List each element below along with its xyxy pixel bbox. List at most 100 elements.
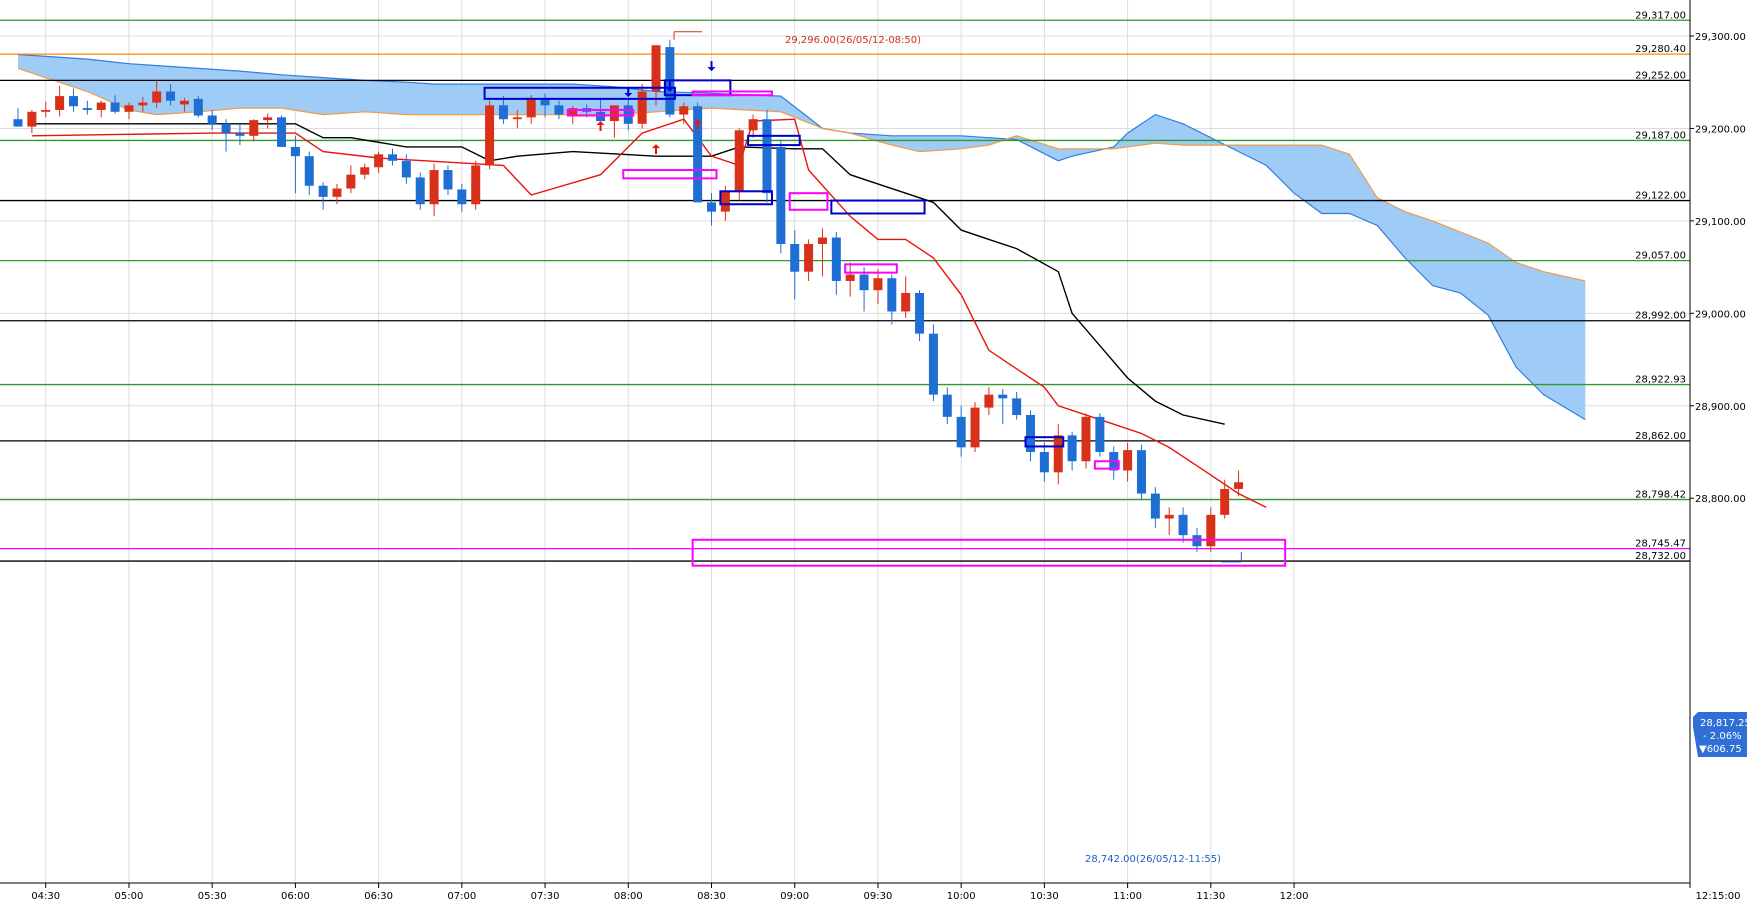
- candle-body: [1234, 482, 1244, 489]
- candle-body: [679, 106, 689, 115]
- x-tick-label: 04:30: [31, 891, 60, 902]
- candle-body: [1136, 450, 1146, 494]
- candle-body: [374, 154, 384, 168]
- x-tick-label: 12:00: [1280, 891, 1309, 902]
- candle-body: [845, 274, 855, 281]
- candle-body: [1095, 416, 1105, 452]
- candle-body: [471, 165, 481, 205]
- candle: [998, 389, 1008, 425]
- candle-body: [873, 278, 883, 291]
- candle: [13, 108, 23, 127]
- annotation-box: [622, 169, 718, 180]
- x-tick-label: 11:30: [1196, 891, 1225, 902]
- candle-body: [804, 243, 814, 272]
- x-tick-label: 09:30: [864, 891, 893, 902]
- candle-body: [138, 102, 148, 106]
- x-tick-label: 10:30: [1030, 891, 1059, 902]
- price-level-label: 29,317.00: [1635, 10, 1686, 21]
- candle-body: [901, 292, 911, 312]
- y-tick-label: 29,200.00: [1695, 124, 1746, 135]
- candle: [1039, 442, 1049, 482]
- candle-body: [748, 119, 758, 131]
- candle: [1150, 487, 1160, 528]
- candle: [1067, 431, 1077, 471]
- candle-body: [512, 117, 522, 120]
- candle: [415, 172, 425, 210]
- candle-body: [41, 109, 51, 112]
- candle-body: [193, 98, 203, 116]
- candle: [845, 262, 855, 297]
- candle: [443, 165, 453, 195]
- change-absolute: ▼606.75: [1699, 744, 1742, 755]
- candle-body: [817, 237, 827, 244]
- candle: [193, 96, 203, 118]
- candle: [817, 228, 827, 277]
- candle-body: [1178, 514, 1188, 536]
- candle: [1053, 424, 1063, 485]
- candle: [82, 100, 92, 115]
- candle: [665, 39, 675, 118]
- candle: [928, 324, 938, 402]
- price-level-label: 28,922.93: [1635, 375, 1686, 386]
- candle-body: [207, 115, 217, 124]
- price-notes: 29,296.00(26/05/12-08:50) 28,742.00(26/0…: [673, 31, 1242, 865]
- candle: [360, 163, 370, 180]
- candle: [762, 109, 772, 203]
- current-price: 28,817.25: [1700, 718, 1747, 729]
- candle-body: [790, 243, 800, 272]
- candle-body: [166, 91, 176, 101]
- candle-body: [318, 185, 328, 197]
- candle-body: [831, 237, 841, 281]
- candle: [374, 151, 384, 173]
- candle: [263, 113, 273, 129]
- candle: [1164, 507, 1174, 536]
- candle-body: [928, 333, 938, 395]
- price-level-label: 29,187.00: [1635, 130, 1686, 141]
- candle-body: [734, 130, 744, 192]
- price-level-label: 28,992.00: [1635, 311, 1686, 322]
- candle-body: [970, 407, 980, 448]
- senkou-span-b: [17, 53, 1586, 421]
- candle-body: [82, 108, 92, 110]
- candle-body: [290, 146, 300, 157]
- candle: [96, 100, 106, 118]
- price-level-label: 29,252.00: [1635, 70, 1686, 81]
- candle: [1220, 479, 1230, 519]
- candle: [457, 183, 467, 212]
- candle-body: [526, 97, 536, 118]
- candle: [27, 109, 37, 134]
- x-tick-label: 12:15:00: [1696, 891, 1741, 902]
- candlestick-chart[interactable]: 29,317.00 29,280.40 29,252.00 29,187.00 29,1…: [0, 0, 1747, 908]
- x-tick-label: 10:00: [947, 891, 976, 902]
- candle: [748, 114, 758, 138]
- cloud-fill: [18, 54, 1586, 420]
- candle-body: [13, 119, 23, 127]
- candle: [304, 151, 314, 195]
- candle: [1234, 470, 1244, 497]
- y-tick-label: 29,300.00: [1695, 32, 1746, 43]
- candle-body: [68, 96, 78, 107]
- candle-body: [998, 394, 1008, 399]
- candle: [790, 230, 800, 300]
- x-tick-label: 07:00: [447, 891, 476, 902]
- annotation-box: [844, 263, 898, 274]
- candle-body: [263, 117, 273, 121]
- price-level-label: 28,745.47: [1635, 539, 1686, 550]
- price-level-label: 28,732.00: [1635, 551, 1686, 562]
- x-tick-label: 11:00: [1113, 891, 1142, 902]
- candle: [804, 239, 814, 281]
- candle: [277, 115, 287, 147]
- candle: [693, 102, 703, 203]
- x-axis: 04:30 05:00 05:30 06:00 06:30 07:00 07:30 08:00…: [0, 882, 1741, 902]
- candle-body: [1220, 488, 1230, 515]
- candle-body: [485, 105, 495, 166]
- candle-body: [762, 119, 772, 194]
- y-tick-label: 29,000.00: [1695, 309, 1746, 320]
- up-arrow-icon: [596, 121, 605, 132]
- candle: [68, 88, 78, 112]
- candle-body: [1206, 514, 1216, 547]
- candle: [776, 139, 786, 254]
- candle: [471, 160, 481, 210]
- candle-body: [1081, 416, 1091, 462]
- candle-body: [707, 202, 716, 212]
